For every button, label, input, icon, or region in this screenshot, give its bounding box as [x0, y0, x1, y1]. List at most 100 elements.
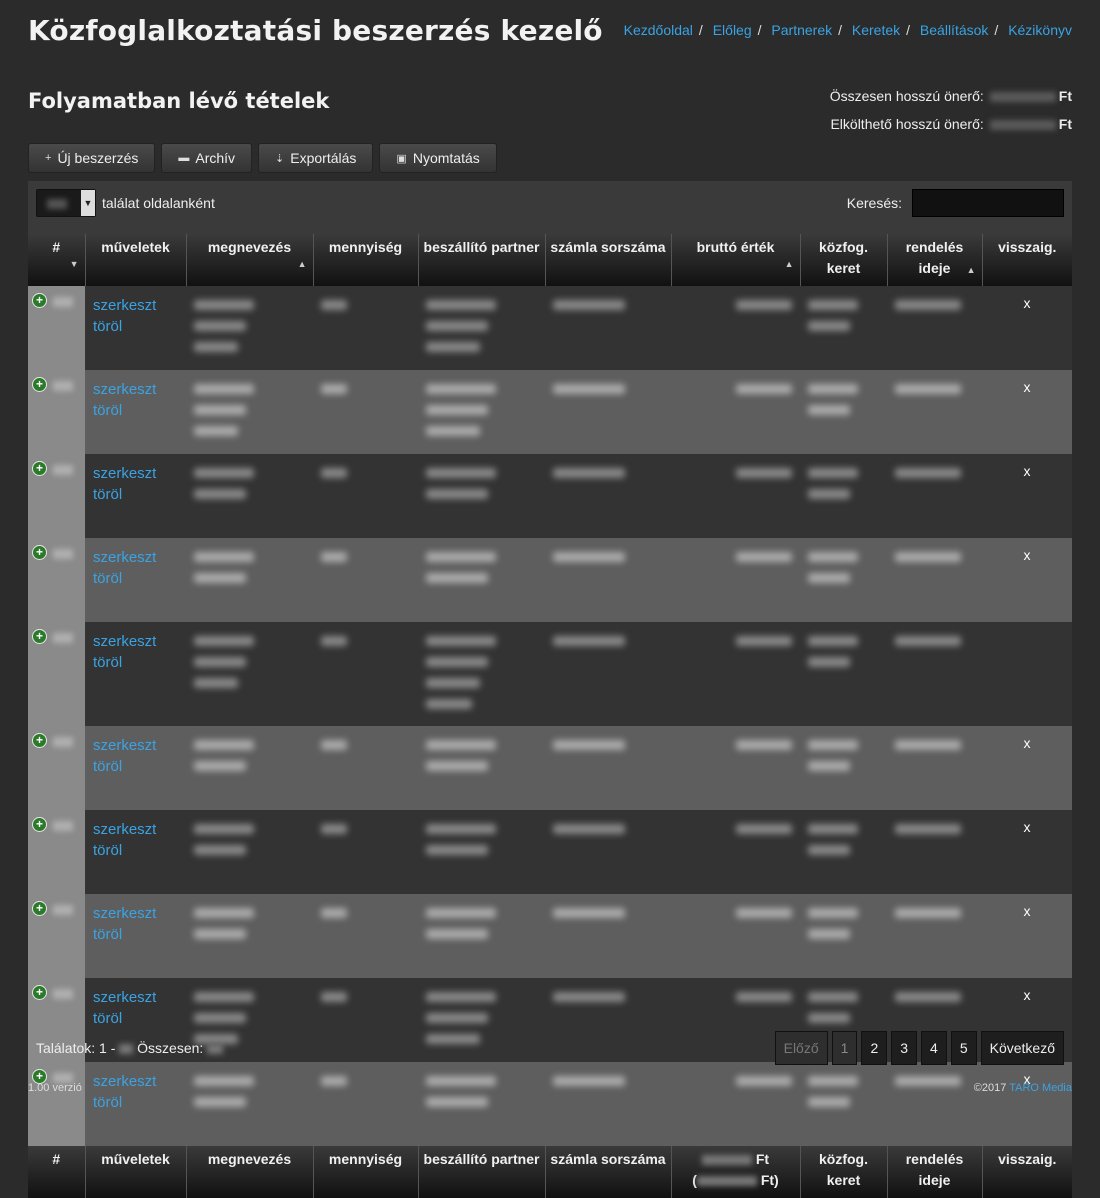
redacted-value: [736, 636, 792, 646]
redacted-value: [808, 992, 858, 1002]
expand-row-icon[interactable]: +: [32, 733, 47, 748]
edit-link[interactable]: szerkeszt: [93, 903, 178, 924]
edit-link[interactable]: szerkeszt: [93, 819, 178, 840]
pagination-prev[interactable]: Előző: [774, 1031, 828, 1065]
archive-button[interactable]: ▬ Archív: [161, 143, 253, 173]
expand-row-icon[interactable]: +: [32, 461, 47, 476]
col-footer-id: #: [28, 1146, 85, 1198]
delete-link[interactable]: töröl: [93, 1008, 178, 1029]
row-returned: x: [982, 538, 1072, 622]
row-id-cell: +: [28, 622, 85, 726]
delete-link[interactable]: töröl: [93, 568, 178, 589]
col-header-supplier[interactable]: beszállító partner: [417, 234, 545, 286]
pagination-page-1[interactable]: 1: [831, 1031, 858, 1065]
table-row: + szerkeszt töröl x: [28, 538, 1072, 622]
col-label: rendelés ideje: [905, 1151, 964, 1188]
pagination-page-4[interactable]: 4: [921, 1031, 947, 1065]
redacted-value: [426, 761, 488, 771]
delete-link[interactable]: töröl: [93, 400, 178, 421]
nav-advance[interactable]: Előleg: [713, 22, 752, 38]
col-header-budget[interactable]: közfog. keret: [799, 234, 887, 286]
nav-home[interactable]: Kezdőoldal: [624, 22, 693, 38]
search-input[interactable]: [912, 189, 1064, 217]
toolbar: + Új beszerzés ▬ Archív ⇣ Exportálás ▣ Nyomt…: [28, 143, 497, 173]
redacted-value: [808, 384, 858, 394]
edit-link[interactable]: szerkeszt: [93, 295, 178, 316]
row-id-cell: +: [28, 810, 85, 894]
redacted-value: [194, 678, 238, 688]
expand-row-icon[interactable]: +: [32, 629, 47, 644]
col-header-gross[interactable]: bruttó érték ▲: [670, 234, 800, 286]
redacted-value: [808, 405, 850, 415]
redacted-value: [895, 992, 961, 1002]
new-purchase-button[interactable]: + Új beszerzés: [28, 143, 156, 173]
expand-row-icon[interactable]: +: [32, 377, 47, 392]
printer-icon: ▣: [396, 152, 407, 165]
redacted-value: [321, 300, 347, 310]
redacted-value: [808, 573, 850, 583]
edit-link[interactable]: szerkeszt: [93, 1071, 178, 1092]
redacted-value: [808, 552, 858, 562]
edit-link[interactable]: szerkeszt: [93, 987, 178, 1008]
expand-row-icon[interactable]: +: [32, 545, 47, 560]
row-supplier: [418, 286, 545, 370]
nav-settings[interactable]: Beállítások: [920, 22, 988, 38]
redacted-value: [194, 740, 254, 750]
edit-link[interactable]: szerkeszt: [93, 631, 178, 652]
col-footer-order-date: rendelés ideje: [886, 1146, 982, 1198]
redacted-value: [808, 1013, 850, 1023]
row-actions: szerkeszt töröl: [85, 1062, 186, 1146]
redacted-value: [321, 992, 347, 1002]
row-actions: szerkeszt töröl: [85, 726, 186, 810]
plus-icon: +: [45, 152, 52, 164]
pagination-page-2[interactable]: 2: [861, 1031, 888, 1065]
edit-link[interactable]: szerkeszt: [93, 547, 178, 568]
redacted-value: [426, 1013, 488, 1023]
expand-row-icon[interactable]: +: [32, 817, 47, 832]
company-link[interactable]: TARO Media: [1009, 1082, 1072, 1094]
redacted-value: [194, 636, 254, 646]
edit-link[interactable]: szerkeszt: [93, 379, 178, 400]
redacted-value: [895, 552, 961, 562]
redacted-value: [426, 426, 480, 436]
search-control: Keresés:: [847, 189, 1064, 217]
delete-link[interactable]: töröl: [93, 316, 178, 337]
delete-link[interactable]: töröl: [93, 484, 178, 505]
col-header-id[interactable]: # ▼: [28, 234, 85, 286]
redacted-value: [736, 1076, 792, 1086]
print-button[interactable]: ▣ Nyomtatás: [379, 143, 497, 173]
delete-link[interactable]: töröl: [93, 924, 178, 945]
pagination-page-3[interactable]: 3: [891, 1031, 918, 1065]
delete-link[interactable]: töröl: [93, 756, 178, 777]
expand-row-icon[interactable]: +: [32, 901, 47, 916]
sort-asc-icon: ▲: [297, 259, 307, 269]
expand-row-icon[interactable]: +: [32, 293, 47, 308]
delete-link[interactable]: töröl: [93, 1092, 178, 1113]
row-quantity: [313, 978, 418, 1062]
col-header-order-date[interactable]: rendelés ideje ▲: [886, 234, 982, 286]
col-header-invoice[interactable]: számla sorszáma: [544, 234, 671, 286]
nav-partners[interactable]: Partnerek: [771, 22, 832, 38]
chevron-down-icon: ▼: [81, 190, 95, 216]
col-header-name[interactable]: megnevezés ▲: [185, 234, 313, 286]
col-header-quantity[interactable]: mennyiség: [312, 234, 418, 286]
pagination-page-5[interactable]: 5: [950, 1031, 977, 1065]
redacted-value: [321, 908, 347, 918]
col-label: megnevezés: [207, 1151, 292, 1167]
col-header-returned[interactable]: visszaig.: [981, 234, 1072, 286]
redacted-value: [53, 989, 73, 999]
delete-link[interactable]: töröl: [93, 652, 178, 673]
redacted-value: [553, 740, 625, 750]
delete-link[interactable]: töröl: [93, 840, 178, 861]
edit-link[interactable]: szerkeszt: [93, 463, 178, 484]
nav-budgets[interactable]: Keretek: [852, 22, 900, 38]
col-footer-budget: közfog. keret: [799, 1146, 887, 1198]
row-returned: x: [982, 286, 1072, 370]
nav-manual[interactable]: Kézikönyv: [1008, 22, 1072, 38]
page-length-select[interactable]: ▼: [36, 189, 96, 217]
expand-row-icon[interactable]: +: [32, 985, 47, 1000]
edit-link[interactable]: szerkeszt: [93, 735, 178, 756]
pagination-next[interactable]: Következő: [980, 1031, 1064, 1065]
redacted-value: [194, 1076, 254, 1086]
export-button[interactable]: ⇣ Exportálás: [258, 143, 374, 173]
